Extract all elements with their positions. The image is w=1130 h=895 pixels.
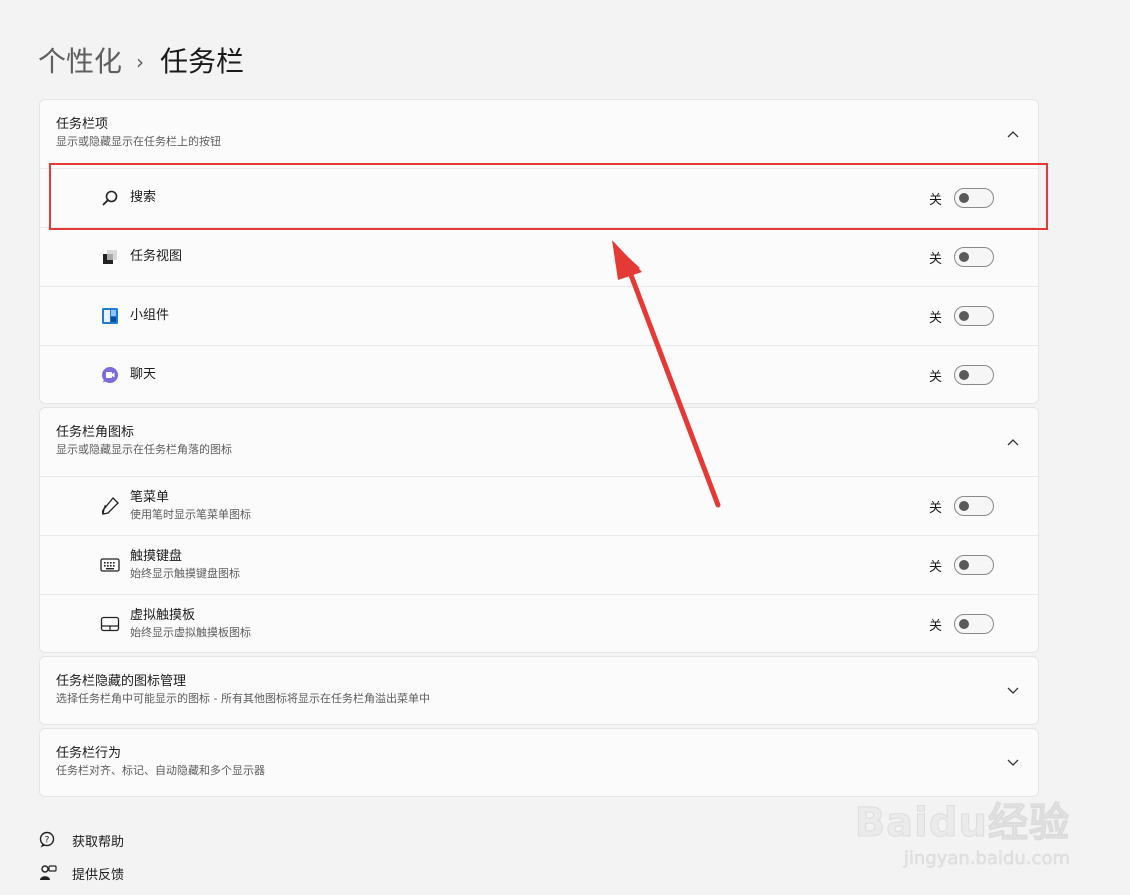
- taskbar-corner-icons-section: 任务栏角图标 显示或隐藏显示在任务栏角落的图标 笔菜单 使用笔时显示笔菜单图标 …: [39, 407, 1039, 653]
- toggle-state-label: 关: [928, 251, 942, 267]
- watermark-logo: Baidu经验: [854, 800, 1070, 847]
- setting-row-virtual-touchpad: 虚拟触摸板 始终显示虚拟触摸板图标 关: [40, 594, 1038, 652]
- taskbar-items-header[interactable]: 任务栏项 显示或隐藏显示在任务栏上的按钮: [40, 100, 1038, 168]
- taskbar-corner-icons-header[interactable]: 任务栏角图标 显示或隐藏显示在任务栏角落的图标: [40, 408, 1038, 476]
- section-description: 显示或隐藏显示在任务栏角落的图标: [56, 443, 232, 456]
- section-title: 任务栏行为: [56, 746, 122, 761]
- taskbar-items-section: 任务栏项 显示或隐藏显示在任务栏上的按钮 搜索 关 任务视图 关 小组件 关 聊…: [39, 99, 1039, 404]
- breadcrumb-parent[interactable]: 个性化: [38, 42, 122, 82]
- setting-description: 始终显示触摸键盘图标: [130, 567, 240, 580]
- hidden-icons-header[interactable]: 任务栏隐藏的图标管理 选择任务栏角中可能显示的图标 - 所有其他图标将显示在任务…: [40, 657, 1038, 724]
- search-icon: [100, 188, 120, 208]
- touch-keyboard-toggle[interactable]: [954, 555, 994, 575]
- widgets-icon: [100, 306, 120, 326]
- watermark-url: jingyan.baidu.com: [903, 848, 1071, 870]
- setting-row-widgets: 小组件 关: [40, 286, 1038, 345]
- setting-label: 小组件: [130, 308, 170, 323]
- setting-label: 聊天: [130, 367, 157, 382]
- breadcrumb: 个性化 › 任务栏: [38, 42, 244, 82]
- page-title: 任务栏: [160, 45, 245, 78]
- feedback-icon: [38, 863, 58, 883]
- section-title: 任务栏角图标: [56, 425, 135, 440]
- section-title: 任务栏项: [56, 117, 109, 132]
- setting-label: 笔菜单: [130, 490, 170, 505]
- toggle-state-label: 关: [928, 500, 942, 516]
- chevron-down-icon[interactable]: [1006, 756, 1020, 770]
- chevron-up-icon[interactable]: [1006, 127, 1020, 141]
- chat-toggle[interactable]: [954, 365, 994, 385]
- get-help-label: 获取帮助: [72, 834, 125, 850]
- hidden-icons-section[interactable]: 任务栏隐藏的图标管理 选择任务栏角中可能显示的图标 - 所有其他图标将显示在任务…: [39, 656, 1039, 725]
- pen-menu-toggle[interactable]: [954, 496, 994, 516]
- setting-row-search: 搜索 关: [40, 168, 1038, 227]
- task-view-toggle[interactable]: [954, 247, 994, 267]
- section-description: 选择任务栏角中可能显示的图标 - 所有其他图标将显示在任务栏角溢出菜单中: [56, 692, 430, 705]
- svg-text:?: ?: [45, 836, 50, 846]
- setting-row-pen-menu: 笔菜单 使用笔时显示笔菜单图标 关: [40, 476, 1038, 535]
- taskbar-behaviors-section[interactable]: 任务栏行为 任务栏对齐、标记、自动隐藏和多个显示器: [39, 728, 1039, 797]
- task-view-icon: [100, 247, 120, 267]
- toggle-state-label: 关: [928, 559, 942, 575]
- setting-description: 始终显示虚拟触摸板图标: [130, 626, 251, 639]
- search-toggle[interactable]: [954, 188, 994, 208]
- section-title: 任务栏隐藏的图标管理: [56, 674, 187, 689]
- get-help-link[interactable]: ? 获取帮助: [38, 830, 124, 850]
- touchpad-icon: [100, 614, 120, 634]
- pen-icon: [100, 496, 120, 516]
- watermark: Baidu经验 jingyan.baidu.com: [854, 790, 1071, 870]
- setting-row-task-view: 任务视图 关: [40, 227, 1038, 286]
- setting-label: 触摸键盘: [130, 549, 183, 564]
- setting-label: 任务视图: [130, 249, 183, 264]
- give-feedback-label: 提供反馈: [72, 867, 125, 883]
- setting-row-touch-keyboard: 触摸键盘 始终显示触摸键盘图标 关: [40, 535, 1038, 594]
- breadcrumb-separator: ›: [136, 50, 145, 74]
- chevron-down-icon[interactable]: [1006, 684, 1020, 698]
- virtual-touchpad-toggle[interactable]: [954, 614, 994, 634]
- toggle-state-label: 关: [928, 192, 942, 208]
- toggle-state-label: 关: [928, 369, 942, 385]
- widgets-toggle[interactable]: [954, 306, 994, 326]
- chevron-up-icon[interactable]: [1006, 435, 1020, 449]
- setting-row-chat: 聊天 关: [40, 345, 1038, 403]
- chat-icon: [100, 365, 120, 385]
- give-feedback-link[interactable]: 提供反馈: [38, 863, 124, 883]
- setting-label: 虚拟触摸板: [130, 608, 196, 623]
- help-icon: ?: [38, 830, 58, 850]
- setting-description: 使用笔时显示笔菜单图标: [130, 508, 251, 521]
- toggle-state-label: 关: [928, 310, 942, 326]
- toggle-state-label: 关: [928, 618, 942, 634]
- keyboard-icon: [100, 555, 120, 575]
- taskbar-behaviors-header[interactable]: 任务栏行为 任务栏对齐、标记、自动隐藏和多个显示器: [40, 729, 1038, 796]
- setting-label: 搜索: [130, 190, 157, 205]
- section-description: 任务栏对齐、标记、自动隐藏和多个显示器: [56, 764, 265, 777]
- section-description: 显示或隐藏显示在任务栏上的按钮: [56, 135, 221, 148]
